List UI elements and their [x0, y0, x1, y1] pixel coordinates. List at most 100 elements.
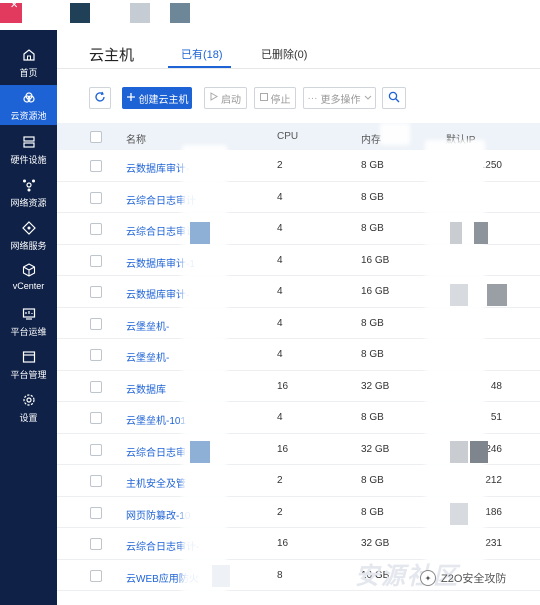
row-checkbox[interactable]	[90, 349, 102, 361]
row-checkbox[interactable]	[90, 380, 102, 393]
cpu-cell: 4	[277, 412, 283, 423]
memory-cell: 32 GB	[361, 538, 390, 549]
vm-name-link[interactable]: 云堡垒机-	[126, 318, 169, 333]
sidebar-item-network-services[interactable]: 网络服务	[0, 215, 57, 255]
sidebar-item-label: 首页	[19, 68, 38, 78]
row-checkbox[interactable]	[90, 538, 102, 550]
cpu-cell: 4	[277, 286, 283, 297]
redaction-pixel	[450, 222, 462, 244]
sidebar-item-label: 平台管理	[10, 370, 47, 380]
cpu-cell: 16	[277, 443, 289, 455]
memory-cell: 8 GB	[361, 223, 384, 234]
ip-cell: 231	[485, 538, 502, 549]
page-title: 云主机	[89, 47, 135, 64]
sidebar-item-platform-management[interactable]: 平台管理	[0, 344, 57, 384]
start-button[interactable]: 启动	[204, 87, 247, 109]
vm-name-link[interactable]: 网页防篡改-10	[126, 507, 190, 522]
redaction-pixel	[470, 441, 488, 463]
memory-cell: 8 GB	[361, 317, 384, 329]
memory-cell: 32 GB	[361, 443, 390, 455]
vm-name-link[interactable]: 云综合日志审	[126, 444, 186, 459]
sidebar-item-label: 网络资源	[10, 198, 47, 208]
sidebar-item-hardware[interactable]: 硬件设施	[0, 129, 57, 169]
stop-icon	[259, 92, 268, 104]
column-header-cpu[interactable]: CPU	[277, 131, 298, 142]
wechat-watermark: ✦ Z2O安全攻防	[420, 570, 506, 586]
row-checkbox[interactable]	[90, 223, 102, 235]
cpu-cell: 2	[277, 475, 283, 486]
vm-name-link[interactable]: 云堡垒机-101	[126, 412, 186, 427]
row-checkbox[interactable]	[90, 160, 102, 172]
network-icon	[21, 177, 37, 193]
ip-cell: 48	[490, 380, 502, 392]
redaction-pixel	[450, 284, 468, 306]
redaction-pixel	[190, 222, 210, 244]
row-checkbox[interactable]	[90, 254, 102, 267]
vm-name-link[interactable]: 主机安全及管	[126, 475, 186, 490]
row-checkbox[interactable]	[90, 412, 102, 424]
column-header-memory[interactable]: 内存	[361, 131, 381, 146]
cpu-cell: 2	[277, 506, 283, 518]
redaction-blur	[380, 123, 410, 145]
row-checkbox[interactable]	[90, 443, 102, 456]
row-checkbox[interactable]	[90, 506, 102, 519]
sidebar-item-home[interactable]: 首页	[0, 42, 57, 82]
create-vm-label: 创建云主机	[138, 94, 189, 106]
redaction-blur	[182, 145, 227, 595]
ip-cell: 51	[490, 412, 502, 423]
play-icon	[210, 92, 218, 104]
color-swatch	[70, 3, 90, 23]
ellipsis-icon: ···	[307, 92, 318, 104]
row-checkbox[interactable]	[90, 317, 102, 330]
vm-name-link[interactable]: 云堡垒机-	[126, 349, 169, 364]
sidebar-item-vcenter[interactable]: vCenter	[0, 257, 57, 297]
vm-name-link[interactable]: 云数据库	[126, 381, 166, 396]
cpu-cell: 4	[277, 349, 283, 360]
row-checkbox[interactable]	[90, 569, 102, 582]
vm-name-link[interactable]: 云数据库审计-	[126, 160, 189, 175]
refresh-button[interactable]	[89, 87, 111, 109]
sidebar: 首页 云资源池 硬件设施 网络资源 网络服务 vCenter 平台运维 平台管理…	[0, 30, 57, 605]
redaction-pixel	[450, 441, 468, 463]
sidebar-item-label: 云资源池	[10, 111, 47, 121]
stop-button[interactable]: 停止	[254, 87, 296, 109]
cpu-cell: 2	[277, 160, 283, 171]
cpu-cell: 4	[277, 254, 283, 266]
vm-name-link[interactable]: 云数据库审计-	[126, 286, 189, 301]
divider	[57, 68, 540, 69]
row-checkbox[interactable]	[90, 191, 102, 204]
sidebar-item-label: 设置	[19, 413, 38, 423]
row-checkbox[interactable]	[90, 475, 102, 487]
ip-cell: 212	[485, 475, 502, 486]
plus-icon	[126, 92, 136, 105]
search-icon	[388, 91, 400, 106]
search-button[interactable]	[382, 87, 406, 109]
row-checkbox[interactable]	[90, 286, 102, 298]
column-header-name[interactable]: 名称	[126, 131, 146, 146]
sidebar-item-ops[interactable]: 平台运维	[0, 301, 57, 341]
redaction-pixel	[212, 565, 230, 587]
select-all-checkbox[interactable]	[90, 131, 102, 143]
panel-icon	[21, 349, 37, 365]
cpu-cell: 4	[277, 223, 283, 234]
sidebar-item-network-resources[interactable]: 网络资源	[0, 172, 57, 212]
more-actions-dropdown[interactable]: ··· 更多操作	[303, 87, 376, 109]
tab-deleted[interactable]: 已删除(0)	[261, 46, 307, 62]
memory-cell: 32 GB	[361, 380, 390, 392]
memory-cell: 8 GB	[361, 475, 384, 486]
sidebar-item-label: 网络服务	[10, 241, 47, 251]
memory-cell: 8 GB	[361, 412, 384, 423]
close-icon[interactable]: ✕	[10, 0, 18, 11]
home-icon	[21, 47, 37, 63]
create-vm-button[interactable]: 创建云主机	[122, 87, 192, 109]
memory-cell: 8 GB	[361, 349, 384, 360]
chevron-down-icon	[364, 93, 372, 104]
sidebar-item-label: 平台运维	[10, 327, 47, 337]
tab-existing[interactable]: 已有(18)	[181, 46, 223, 62]
sidebar-item-label: vCenter	[12, 281, 45, 291]
gear-icon	[21, 392, 37, 408]
sidebar-item-settings[interactable]: 设置	[0, 387, 57, 427]
cpu-cell: 8	[277, 569, 283, 581]
memory-cell: 8 GB	[361, 191, 384, 203]
sidebar-item-cloud-pool[interactable]: 云资源池	[0, 85, 57, 125]
